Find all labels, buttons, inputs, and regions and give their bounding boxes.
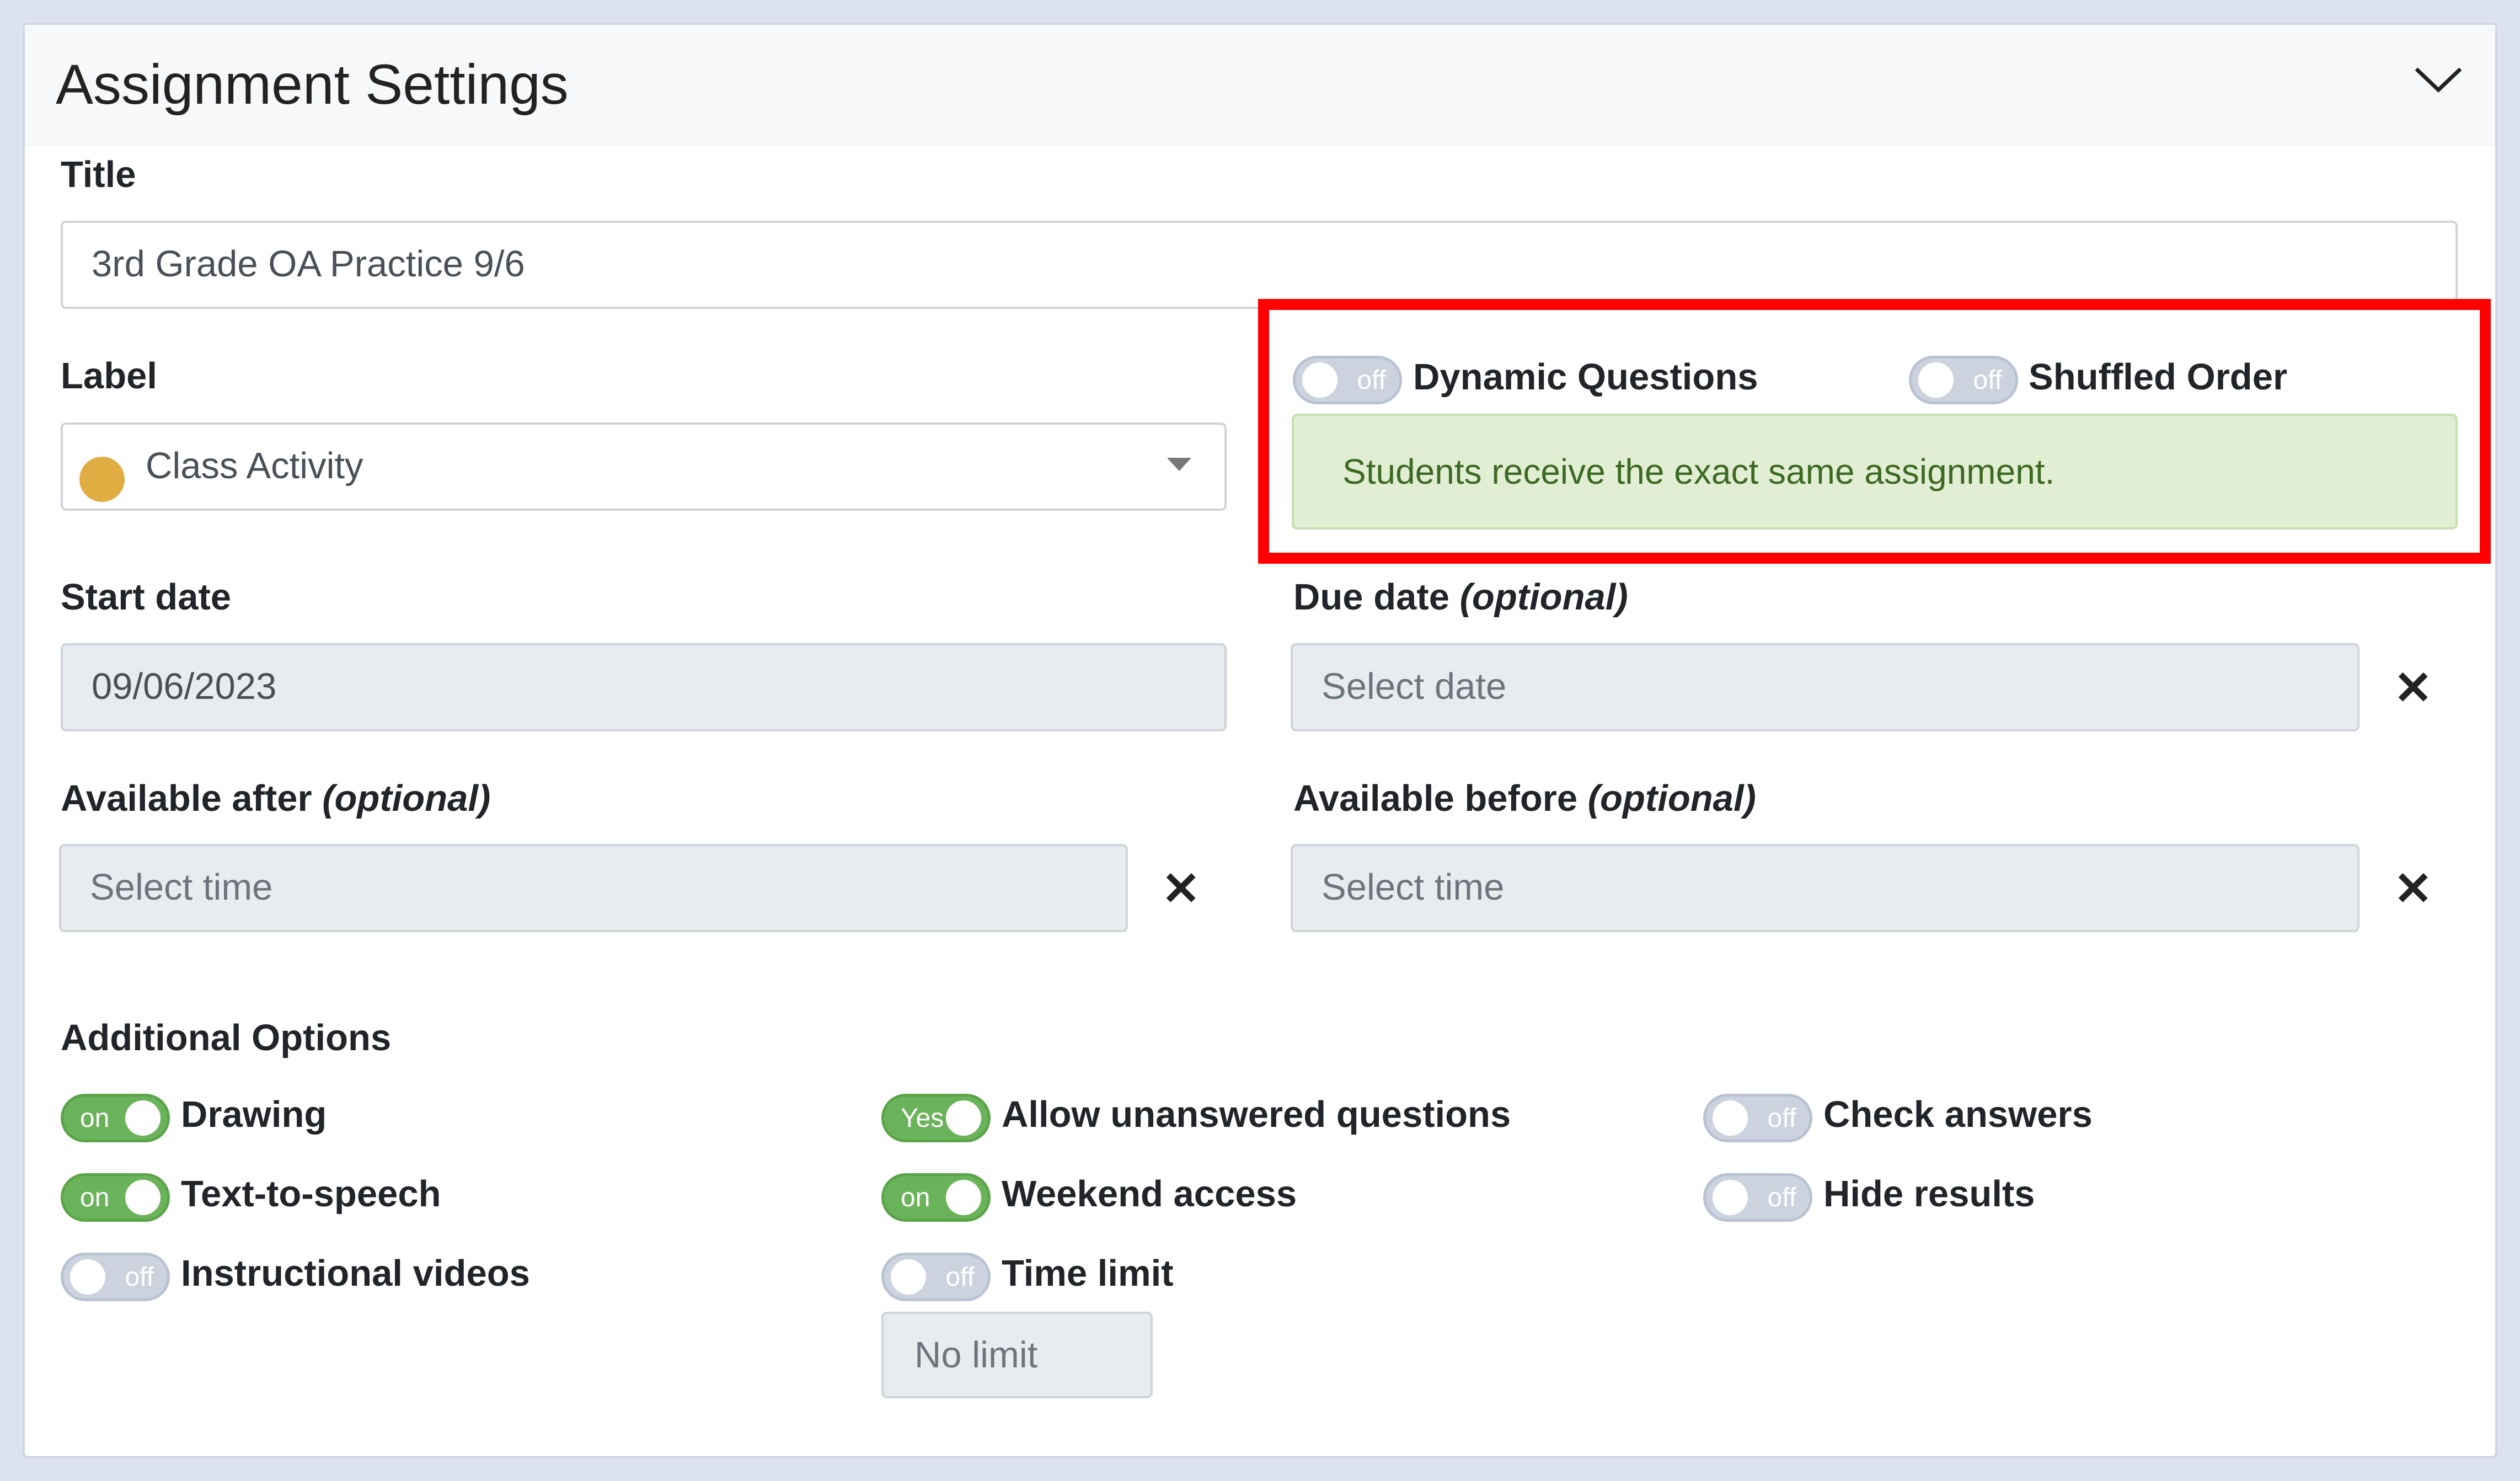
check-answers-toggle[interactable]: off	[1703, 1094, 1812, 1142]
toggle-state-text: on	[80, 1104, 110, 1133]
toggle-state-text: off	[125, 1263, 154, 1292]
toggle-knob	[1918, 362, 1954, 398]
toggle-state-text: off	[1357, 366, 1387, 395]
panel-header[interactable]: Assignment Settings	[25, 25, 2495, 146]
drawing-toggle[interactable]: on	[61, 1094, 170, 1142]
toggle-knob	[1713, 1100, 1748, 1136]
clear-due-date-icon[interactable]: ✕	[2394, 665, 2432, 711]
time-limit-placeholder: No limit	[914, 1334, 1038, 1376]
toggle-knob	[125, 1180, 160, 1215]
label-select[interactable]: Class Activity	[61, 423, 1227, 511]
toggle-knob	[70, 1259, 105, 1295]
allow-unanswered-label: Allow unanswered questions	[1002, 1094, 1511, 1135]
instructional-videos-toggle[interactable]: off	[61, 1253, 170, 1301]
weekend-access-toggle[interactable]: on	[881, 1173, 991, 1222]
allow-unanswered-toggle[interactable]: Yes	[881, 1094, 991, 1142]
text-to-speech-label: Text-to-speech	[181, 1173, 441, 1215]
additional-options-heading: Additional Options	[61, 1017, 392, 1058]
instructional-videos-label: Instructional videos	[181, 1253, 530, 1294]
toggle-knob	[891, 1259, 926, 1295]
toggle-knob	[1713, 1180, 1748, 1215]
caret-down-icon	[1167, 458, 1191, 471]
shuffled-order-toggle[interactable]: off	[1909, 356, 2018, 404]
info-alert-text: Students receive the exact same assignme…	[1342, 452, 2055, 491]
label-field-label: Label	[61, 355, 157, 397]
title-input[interactable]: 3rd Grade OA Practice 9/6	[61, 221, 2458, 309]
available-after-label-text: Available after	[61, 778, 312, 819]
clear-available-after-icon[interactable]: ✕	[1162, 865, 1200, 912]
toggle-knob	[1302, 362, 1337, 398]
toggle-state-text: off	[945, 1263, 975, 1292]
due-date-label: Due date (optional)	[1293, 575, 1628, 619]
available-after-label: Available after (optional)	[61, 777, 490, 821]
start-date-value: 09/06/2023	[92, 666, 277, 707]
toggle-knob	[125, 1100, 160, 1136]
hide-results-toggle[interactable]: off	[1703, 1173, 1812, 1222]
due-date-label-text: Due date	[1293, 576, 1449, 618]
available-after-placeholder: Select time	[90, 867, 273, 908]
toggle-knob	[946, 1180, 981, 1215]
start-date-label: Start date	[61, 576, 232, 618]
toggle-state-text: Yes	[901, 1104, 944, 1133]
label-select-value: Class Activity	[146, 445, 363, 486]
due-date-placeholder: Select date	[1321, 666, 1507, 707]
time-limit-toggle[interactable]: off	[881, 1253, 991, 1301]
text-to-speech-toggle[interactable]: on	[61, 1173, 170, 1222]
optional-label: (optional)	[1459, 576, 1628, 618]
toggle-state-text: off	[1767, 1183, 1797, 1212]
check-answers-label: Check answers	[1823, 1094, 2093, 1135]
due-date-input[interactable]: Select date	[1291, 643, 2360, 731]
dynamic-questions-label: Dynamic Questions	[1413, 356, 1758, 398]
optional-label: (optional)	[322, 778, 491, 819]
title-input-value: 3rd Grade OA Practice 9/6	[92, 243, 525, 285]
time-limit-label: Time limit	[1002, 1253, 1174, 1294]
weekend-access-label: Weekend access	[1002, 1173, 1297, 1215]
shuffled-order-label: Shuffled Order	[2029, 356, 2288, 398]
available-before-label-text: Available before	[1293, 778, 1578, 819]
clear-available-before-icon[interactable]: ✕	[2394, 865, 2432, 912]
available-after-input[interactable]: Select time	[59, 844, 1128, 932]
start-date-input[interactable]: 09/06/2023	[61, 643, 1227, 731]
toggle-state-text: on	[901, 1183, 930, 1212]
title-label: Title	[61, 154, 136, 195]
available-before-label: Available before (optional)	[1293, 777, 1756, 821]
label-color-dot	[79, 457, 125, 502]
optional-label: (optional)	[1587, 778, 1756, 819]
info-alert: Students receive the exact same assignme…	[1292, 414, 2458, 530]
toggle-state-text: on	[80, 1183, 110, 1212]
available-before-placeholder: Select time	[1321, 867, 1505, 908]
toggle-state-text: off	[1767, 1104, 1797, 1133]
hide-results-label: Hide results	[1823, 1173, 2035, 1215]
available-before-input[interactable]: Select time	[1291, 844, 2360, 932]
panel-title: Assignment Settings	[56, 53, 569, 116]
time-limit-input[interactable]: No limit	[881, 1312, 1153, 1398]
chevron-down-icon[interactable]	[2411, 58, 2466, 102]
drawing-label: Drawing	[181, 1094, 327, 1135]
dynamic-questions-toggle[interactable]: off	[1293, 356, 1402, 404]
toggle-state-text: off	[1973, 366, 2003, 395]
toggle-knob	[946, 1100, 981, 1136]
